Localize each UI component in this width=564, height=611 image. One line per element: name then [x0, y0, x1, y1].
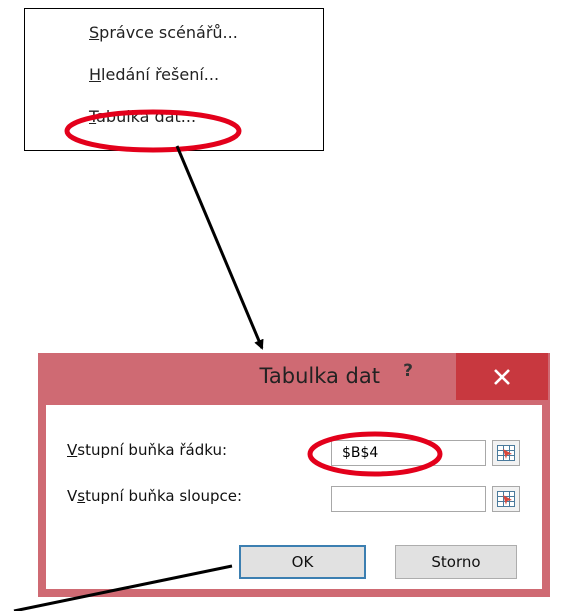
menu-item-label: ledání řešení...	[101, 65, 220, 84]
data-table-dialog: Tabulka dat ? Vstupní buňka řádku: $B$4 …	[38, 353, 550, 597]
label-part: V	[67, 487, 78, 505]
arrow-menu-to-dialog	[175, 145, 264, 350]
help-button[interactable]: ?	[388, 356, 428, 388]
collapse-dialog-icon	[497, 445, 515, 461]
menu-item-accel: S	[89, 23, 100, 42]
dialog-title: Tabulka dat	[259, 364, 380, 388]
column-input-cell-field[interactable]	[331, 486, 486, 512]
label-accel: V	[67, 441, 78, 459]
menu-item-goal-seek[interactable]: Hledání řešení...	[89, 65, 219, 84]
menu-item-accel: H	[89, 65, 102, 84]
menu-item-label: právce scénářů...	[99, 23, 238, 42]
screenshot-canvas: Správce scénářů... Hledání řešení... Tab…	[0, 0, 564, 611]
row-input-label: Vstupní buňka řádku:	[67, 441, 227, 459]
label-part: tupní buňka sloupce:	[85, 487, 243, 505]
what-if-menu: Správce scénářů... Hledání řešení... Tab…	[24, 8, 324, 151]
label-accel: s	[77, 487, 86, 505]
close-icon	[494, 369, 510, 385]
dialog-body: Vstupní buňka řádku: Vstupní buňka sloup…	[46, 405, 542, 589]
menu-item-data-table[interactable]: Tabulka dat...	[89, 107, 196, 126]
cancel-button[interactable]: Storno	[395, 545, 517, 579]
row-input-cell-field[interactable]	[331, 440, 486, 466]
menu-item-scenario-manager[interactable]: Správce scénářů...	[89, 23, 238, 42]
label-part: stupní buňka řádku:	[77, 441, 228, 459]
collapse-dialog-icon	[497, 491, 515, 507]
close-button[interactable]	[456, 353, 548, 400]
ok-button[interactable]: OK	[239, 545, 366, 579]
menu-item-label: abulka dat...	[96, 107, 197, 126]
column-input-collapse-button[interactable]	[492, 486, 520, 512]
column-input-label: Vstupní buňka sloupce:	[67, 487, 242, 505]
row-input-collapse-button[interactable]	[492, 440, 520, 466]
